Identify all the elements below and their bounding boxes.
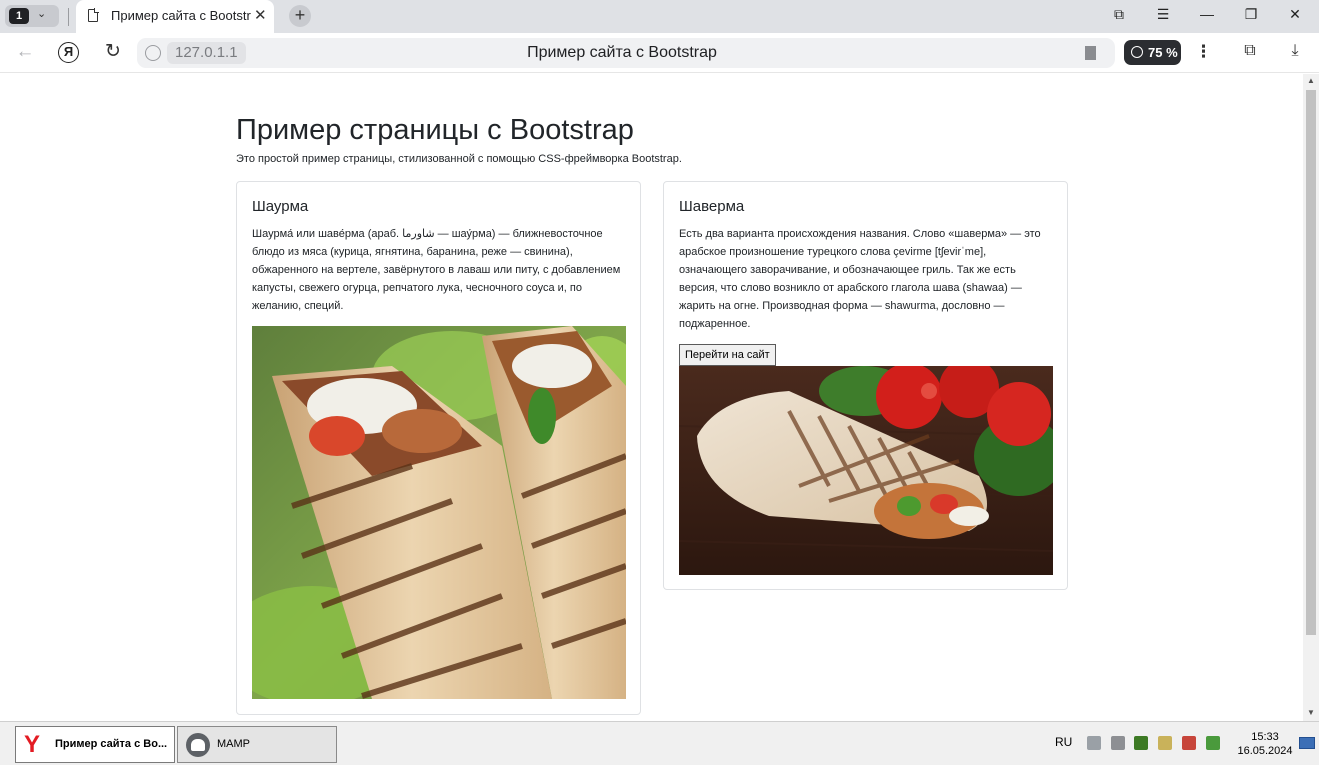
url-text[interactable]: 127.0.1.1 (167, 42, 246, 64)
nvidia-icon[interactable] (1134, 736, 1148, 750)
card-title: Шаурма (252, 198, 309, 215)
bookmarks-panel-icon[interactable]: ⧉ (1109, 6, 1129, 23)
visit-site-button[interactable]: Перейти на сайт (679, 344, 776, 366)
scroll-up-icon[interactable]: ▲ (1307, 76, 1315, 85)
taskbar-app-browser[interactable]: Y Пример сайта с Bo... (15, 726, 175, 763)
collections-icon[interactable]: ⧉ (1239, 42, 1261, 64)
mamp-icon (186, 733, 210, 757)
zoom-badge[interactable]: 75 % (1124, 40, 1181, 65)
language-indicator[interactable]: RU (1055, 735, 1072, 749)
reload-icon[interactable]: ↻ (101, 41, 125, 65)
scroll-down-icon[interactable]: ▼ (1307, 708, 1315, 717)
card-shaverma: Шаверма Есть два варианта происхождения … (663, 181, 1068, 590)
vertical-scrollbar[interactable]: ▲ ▼ (1303, 74, 1319, 721)
card-text: Шаурма́ или шаве́рма (араб. شاورما — шау… (252, 228, 621, 312)
site-info-icon[interactable] (145, 45, 161, 61)
back-arrow-icon[interactable]: ← (13, 41, 37, 65)
page-viewport: Пример страницы с Bootstrap Это простой … (0, 74, 1303, 721)
zoom-icon (1131, 46, 1143, 58)
pen-icon[interactable] (1158, 736, 1172, 750)
shaurma-photo (252, 326, 626, 699)
browser-tab[interactable]: Пример сайта с Bootstrap ✕ (76, 0, 274, 33)
browser-title-bar: 1 ⌄ Пример сайта с Bootstrap ✕ + ⧉ ☰ — ❐… (0, 0, 1319, 33)
scrollbar-thumb[interactable] (1306, 90, 1316, 635)
address-page-title: Пример сайта с Bootstrap (527, 44, 717, 61)
page-heading: Пример страницы с Bootstrap (236, 114, 634, 146)
restore-icon[interactable]: ❐ (1241, 6, 1261, 23)
minimize-icon[interactable]: — (1197, 6, 1217, 22)
show-desktop-icon[interactable] (1299, 737, 1315, 749)
page-container: Пример страницы с Bootstrap Это простой … (236, 112, 1068, 715)
tab-count: 1 (9, 8, 29, 24)
taskbar-app-label: MAMP (217, 738, 250, 750)
address-bar[interactable]: 127.0.1.1 Пример сайта с Bootstrap (137, 38, 1115, 68)
tab-title: Пример сайта с Bootstrap (111, 8, 251, 23)
new-tab-button[interactable]: + (289, 5, 311, 27)
tab-counter-button[interactable]: 1 ⌄ (5, 5, 59, 27)
clock-date: 16.05.2024 (1237, 745, 1293, 757)
volume-icon[interactable] (1087, 736, 1101, 750)
bookmark-icon[interactable] (1085, 46, 1096, 60)
security-alert-icon[interactable] (1182, 736, 1196, 750)
card-title: Шаверма (679, 198, 745, 215)
card-text: Есть два варианта происхождения названия… (679, 228, 1041, 330)
zoom-level: 75 % (1148, 45, 1178, 60)
clock-time: 15:33 (1251, 731, 1279, 743)
page-lead: Это простой пример страницы, стилизованн… (236, 153, 682, 165)
download-icon[interactable]: ⤓ (1284, 42, 1306, 64)
divider (68, 8, 69, 26)
close-window-icon[interactable]: ✕ (1285, 6, 1305, 23)
safely-remove-icon[interactable] (1206, 736, 1220, 750)
document-icon (88, 8, 99, 22)
taskbar-app-mamp[interactable]: MAMP (177, 726, 337, 763)
more-options-icon[interactable]: ⋮ (1195, 42, 1212, 62)
taskbar: Y Пример сайта с Bo... MAMP RU 15:33 16.… (0, 721, 1319, 765)
menu-icon[interactable]: ☰ (1153, 6, 1173, 23)
browser-toolbar: ← Я ↻ 127.0.1.1 Пример сайта с Bootstrap… (0, 33, 1319, 73)
yandex-browser-icon: Y (24, 731, 41, 758)
network-icon[interactable] (1111, 736, 1125, 750)
card-shaurma: Шаурма Шаурма́ или шаве́рма (араб. شاورم… (236, 181, 641, 715)
system-clock[interactable]: 15:33 16.05.2024 (1236, 730, 1294, 758)
yandex-icon[interactable]: Я (58, 42, 79, 63)
taskbar-app-label: Пример сайта с Bo... (55, 738, 168, 750)
shaverma-photo (679, 366, 1053, 575)
chevron-down-icon: ⌄ (37, 8, 47, 20)
close-tab-icon[interactable]: ✕ (254, 6, 267, 24)
